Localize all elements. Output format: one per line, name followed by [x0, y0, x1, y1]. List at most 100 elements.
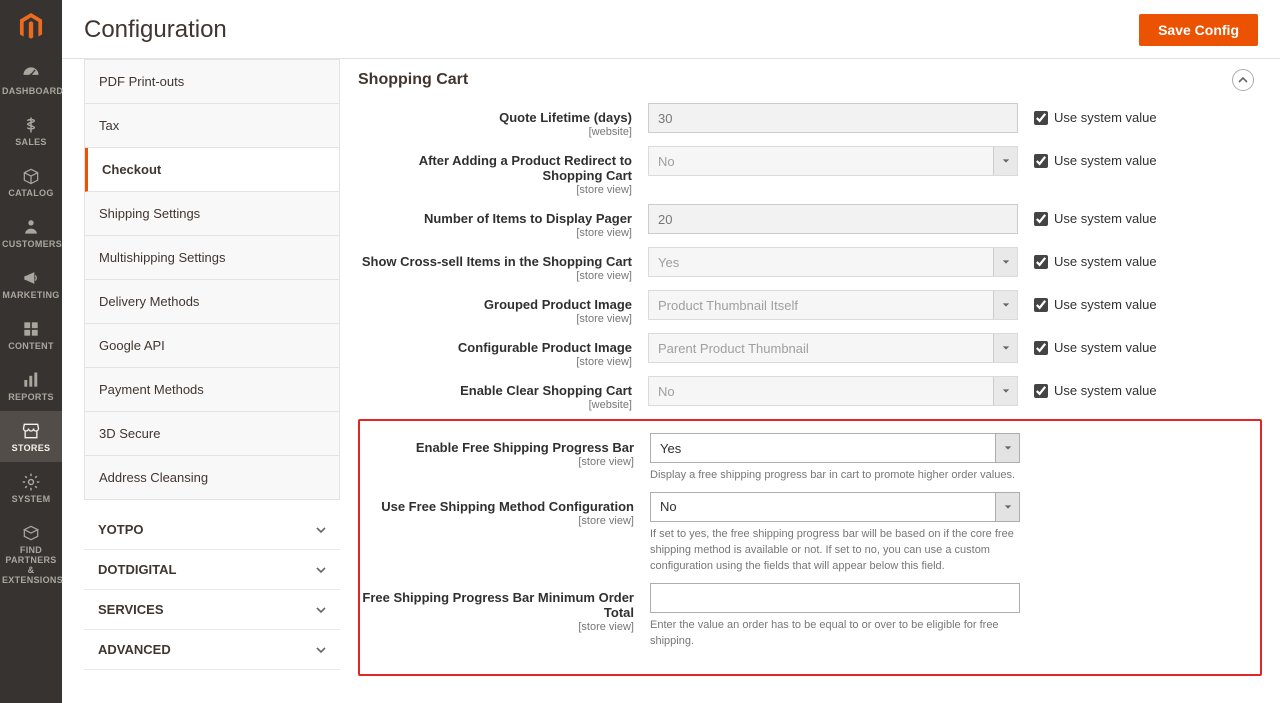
use-system-checkbox-wrap[interactable]: Use system value	[1018, 146, 1157, 168]
sidebar-item-payment-methods[interactable]: Payment Methods	[85, 368, 339, 412]
rail-item-label: SYSTEM	[2, 494, 60, 504]
field-cross-sell: Show Cross-sell Items in the Shopping Ca…	[358, 247, 1262, 282]
rail-item-sales[interactable]: SALES	[0, 105, 62, 156]
field-label: Free Shipping Progress Bar Minimum Order…	[362, 590, 634, 620]
field-label: Use Free Shipping Method Configuration	[381, 499, 634, 514]
use-system-checkbox[interactable]	[1034, 341, 1048, 355]
rail-item-label: SALES	[2, 137, 60, 147]
sidebar-group-advanced[interactable]: ADVANCED	[84, 630, 340, 670]
blocks-icon	[2, 319, 60, 339]
config-main: Shopping Cart Quote Lifetime (days) [web…	[358, 59, 1280, 703]
partners-icon	[2, 523, 60, 543]
field-scope: [store view]	[360, 456, 634, 468]
field-label: Quote Lifetime (days)	[499, 110, 632, 125]
sidebar-item-address-cleansing[interactable]: Address Cleansing	[85, 456, 339, 499]
dollar-icon	[2, 115, 60, 135]
field-label: Enable Clear Shopping Cart	[460, 383, 632, 398]
gauge-icon	[2, 64, 60, 84]
field-scope: [store view]	[358, 313, 632, 325]
rail-item-customers[interactable]: CUSTOMERS	[0, 207, 62, 258]
field-note: If set to yes, the free shipping progres…	[650, 527, 1020, 575]
free-shipping-highlight: Enable Free Shipping Progress Bar [store…	[358, 419, 1262, 676]
chevron-down-icon	[316, 605, 326, 615]
rail-item-marketing[interactable]: MARKETING	[0, 258, 62, 309]
field-after-add-redirect: After Adding a Product Redirect to Shopp…	[358, 146, 1262, 196]
sidebar-item-3d-secure[interactable]: 3D Secure	[85, 412, 339, 456]
fs-min-total-input[interactable]	[650, 583, 1020, 613]
use-system-checkbox-wrap[interactable]: Use system value	[1018, 247, 1157, 269]
field-label: After Adding a Product Redirect to Shopp…	[419, 153, 632, 183]
sidebar-item-google-api[interactable]: Google API	[85, 324, 339, 368]
use-system-label: Use system value	[1054, 340, 1157, 355]
after-add-redirect-select: No	[648, 146, 1018, 176]
field-grouped-image: Grouped Product Image [store view] Produ…	[358, 290, 1262, 325]
rail-item-stores[interactable]: STORES	[0, 411, 62, 462]
use-system-label: Use system value	[1054, 110, 1157, 125]
rail-item-label: CONTENT	[2, 341, 60, 351]
field-label: Show Cross-sell Items in the Shopping Ca…	[362, 254, 632, 269]
rail-item-dashboard[interactable]: DASHBOARD	[0, 54, 62, 105]
field-label: Enable Free Shipping Progress Bar	[416, 440, 634, 455]
sidebar-group-label: SERVICES	[98, 602, 164, 617]
section-shopping-cart-head[interactable]: Shopping Cart	[358, 59, 1262, 103]
rail-item-reports[interactable]: REPORTS	[0, 360, 62, 411]
use-system-checkbox-wrap[interactable]: Use system value	[1018, 376, 1157, 398]
field-scope: [store view]	[360, 515, 634, 527]
grouped-image-select: Product Thumbnail Itself	[648, 290, 1018, 320]
clear-cart-select: No	[648, 376, 1018, 406]
rail-item-label: REPORTS	[2, 392, 60, 402]
use-system-label: Use system value	[1054, 153, 1157, 168]
chevron-down-icon	[316, 565, 326, 575]
use-system-checkbox[interactable]	[1034, 255, 1048, 269]
sidebar-item-shipping-settings[interactable]: Shipping Settings	[85, 192, 339, 236]
fs-enable-select[interactable]: Yes	[650, 433, 1020, 463]
use-system-label: Use system value	[1054, 254, 1157, 269]
sidebar-group-label: ADVANCED	[98, 642, 171, 657]
use-system-checkbox-wrap[interactable]: Use system value	[1018, 103, 1157, 125]
field-configurable-image: Configurable Product Image [store view] …	[358, 333, 1262, 368]
sidebar-item-multishipping-settings[interactable]: Multishipping Settings	[85, 236, 339, 280]
field-label: Number of Items to Display Pager	[424, 211, 632, 226]
cross-sell-select: Yes	[648, 247, 1018, 277]
admin-rail: DASHBOARD SALES CATALOG CUSTOMERS MARKET…	[0, 0, 62, 703]
rail-item-catalog[interactable]: CATALOG	[0, 156, 62, 207]
sidebar-item-delivery-methods[interactable]: Delivery Methods	[85, 280, 339, 324]
section-my-cart-link-head[interactable]: My Cart Link	[358, 698, 1262, 703]
field-fs-use-method: Use Free Shipping Method Configuration […	[360, 492, 1260, 575]
field-scope: [website]	[358, 126, 632, 138]
rail-item-find[interactable]: FIND PARTNERS& EXTENSIONS	[0, 513, 62, 594]
chevron-up-icon	[1238, 75, 1248, 85]
use-system-checkbox[interactable]	[1034, 298, 1048, 312]
field-label: Configurable Product Image	[458, 340, 632, 355]
use-system-checkbox[interactable]	[1034, 154, 1048, 168]
field-note: Display a free shipping progress bar in …	[650, 468, 1020, 484]
sidebar-group-services[interactable]: SERVICES	[84, 590, 340, 630]
field-label: Grouped Product Image	[484, 297, 632, 312]
save-config-button[interactable]: Save Config	[1139, 14, 1258, 46]
megaphone-icon	[2, 268, 60, 288]
fs-use-method-select[interactable]: No	[650, 492, 1020, 522]
use-system-checkbox[interactable]	[1034, 212, 1048, 226]
person-icon	[2, 217, 60, 237]
rail-item-system[interactable]: SYSTEM	[0, 462, 62, 513]
sidebar-group-yotpo[interactable]: YOTPO	[84, 510, 340, 550]
box-icon	[2, 166, 60, 186]
configurable-image-select: Parent Product Thumbnail	[648, 333, 1018, 363]
use-system-checkbox[interactable]	[1034, 384, 1048, 398]
sidebar-item-tax[interactable]: Tax	[85, 104, 339, 148]
collapse-button[interactable]	[1232, 69, 1254, 91]
use-system-checkbox[interactable]	[1034, 111, 1048, 125]
use-system-checkbox-wrap[interactable]: Use system value	[1018, 290, 1157, 312]
use-system-checkbox-wrap[interactable]: Use system value	[1018, 204, 1157, 226]
rail-item-label: CUSTOMERS	[2, 239, 60, 249]
magento-logo[interactable]	[0, 0, 62, 54]
field-scope: [store view]	[358, 356, 632, 368]
rail-item-content[interactable]: CONTENT	[0, 309, 62, 360]
magento-logo-icon	[17, 13, 45, 41]
rail-item-label: CATALOG	[2, 188, 60, 198]
field-fs-enable: Enable Free Shipping Progress Bar [store…	[360, 433, 1260, 484]
sidebar-item-pdf-print-outs[interactable]: PDF Print-outs	[85, 60, 339, 104]
sidebar-group-dotdigital[interactable]: DOTDIGITAL	[84, 550, 340, 590]
sidebar-item-checkout[interactable]: Checkout	[85, 148, 339, 192]
use-system-checkbox-wrap[interactable]: Use system value	[1018, 333, 1157, 355]
